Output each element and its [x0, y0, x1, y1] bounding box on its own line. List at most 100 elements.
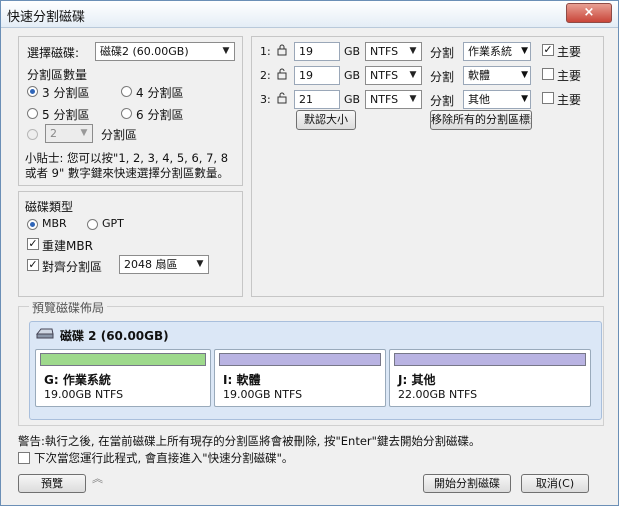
partition-2-primary-checkbox[interactable]: [542, 68, 554, 80]
radio-mbr[interactable]: [27, 219, 38, 230]
partition-3-fs-select[interactable]: NTFS ▼: [365, 90, 422, 109]
partition-1-fs: NTFS: [370, 45, 399, 58]
radio-3-partitions-label: 3 分割區: [42, 86, 90, 100]
chevron-down-icon: ▼: [521, 43, 528, 60]
chevron-down-icon: ▼: [196, 259, 204, 269]
partition-2-fs-select[interactable]: NTFS ▼: [365, 66, 422, 85]
radio-mbr-label: MBR: [42, 217, 67, 230]
partition-j-bar: [394, 353, 586, 366]
partition-g-name: G: 作業系統: [44, 373, 111, 387]
radio-custom-partitions[interactable]: [27, 129, 38, 140]
partition-1-size-input[interactable]: 19: [294, 42, 340, 61]
disk-options-panel: 選擇磁碟: 磁碟2 (60.00GB) ▼ 分割區數量 3 分割區 4 分割區 …: [18, 36, 243, 186]
radio-gpt-label: GPT: [102, 217, 124, 230]
preview-partition-i[interactable]: I: 軟體 19.00GB NTFS: [214, 349, 386, 407]
align-partitions-label: 對齊分割區: [42, 260, 103, 274]
partition-j-name: J: 其他: [398, 373, 436, 387]
chevron-down-icon: ▼: [409, 94, 417, 104]
align-partitions-checkbox[interactable]: ✓: [27, 259, 39, 271]
partition-3-size: 21: [299, 93, 313, 106]
partition-3-label-text: 分割: [430, 94, 455, 108]
partition-3-fs: NTFS: [370, 93, 399, 106]
next-time-checkbox[interactable]: [18, 452, 30, 464]
radio-6-partitions-label: 6 分割區: [136, 108, 184, 122]
partition-1-name-select[interactable]: 作業系統 ▼: [463, 42, 531, 61]
partition-2-label-text: 分割: [430, 70, 455, 84]
chevron-down-icon: ▼: [409, 70, 417, 80]
partition-2-primary-label: 主要: [557, 69, 582, 83]
remove-labels-button[interactable]: 移除所有的分割區標籤: [430, 110, 532, 130]
partition-3-name: 其他: [468, 93, 490, 106]
partition-j-size: 22.00GB NTFS: [398, 388, 478, 401]
chevron-down-icon: ▼: [409, 46, 417, 56]
quick-partition-window: 快速分割磁碟 × 選擇磁碟: 磁碟2 (60.00GB) ▼ 分割區數量 3 分…: [0, 0, 619, 506]
partition-1-primary-checkbox[interactable]: ✓: [542, 44, 554, 56]
partition-2-index: 2:: [260, 69, 271, 82]
preview-partition-j[interactable]: J: 其他 22.00GB NTFS: [389, 349, 591, 407]
rebuild-mbr-checkbox[interactable]: ✓: [27, 238, 39, 250]
chevron-down-icon: ▼: [80, 128, 88, 138]
select-disk-label: 選擇磁碟:: [27, 46, 80, 60]
disk-layout-frame: 磁碟 2 (60.00GB) G: 作業系統 19.00GB NTFS I: 軟…: [29, 321, 602, 420]
preview-button[interactable]: 預覽: [18, 474, 86, 493]
cancel-button[interactable]: 取消(C): [521, 474, 589, 493]
chevron-down-icon: ▼: [521, 94, 528, 104]
preview-partition-g[interactable]: G: 作業系統 19.00GB NTFS: [35, 349, 211, 407]
partition-2-name-select[interactable]: 軟體 ▼: [463, 66, 531, 85]
partition-1-size: 19: [299, 45, 313, 58]
partition-2-name: 軟體: [468, 69, 490, 82]
partition-1-unit: GB: [344, 45, 361, 58]
align-sectors-select[interactable]: 2048 扇區 ▼: [119, 255, 209, 274]
partition-3-unit: GB: [344, 93, 361, 106]
next-time-label: 下次當您運行此程式, 會直接進入"快速分割磁碟"。: [34, 451, 294, 465]
partition-2-size: 19: [299, 69, 313, 82]
chevron-down-icon: ▼: [222, 46, 230, 56]
disk-select[interactable]: 磁碟2 (60.00GB) ▼: [95, 42, 235, 61]
radio-6-partitions[interactable]: [121, 108, 132, 119]
partition-count-label: 分割區數量: [27, 68, 88, 82]
radio-4-partitions[interactable]: [121, 86, 132, 97]
lock-open-icon[interactable]: [277, 68, 287, 80]
disk-type-panel: 磁碟類型 MBR GPT ✓ 重建MBR ✓ 對齊分割區 2048 扇區 ▼: [18, 191, 243, 297]
default-size-button[interactable]: 默認大小: [296, 110, 356, 130]
radio-gpt[interactable]: [87, 219, 98, 230]
warning-text: 警告:執行之後, 在當前磁碟上所有現存的分割區將會被刪除, 按"Enter"鍵去…: [18, 434, 481, 448]
partition-settings-panel: 1: 19 GB NTFS ▼ 分割 作業系統 ▼ ✓ 主要 2: 19 GB …: [251, 36, 604, 297]
align-sectors-value: 2048 扇區: [124, 258, 178, 271]
partition-1-index: 1:: [260, 45, 271, 58]
radio-4-partitions-label: 4 分割區: [136, 86, 184, 100]
disk-drive-icon: [36, 328, 54, 339]
partition-3-size-input[interactable]: 21: [294, 90, 340, 109]
custom-count-label: 分割區: [101, 128, 138, 142]
partition-i-size: 19.00GB NTFS: [223, 388, 303, 401]
custom-count-select[interactable]: 2 ▼: [45, 124, 93, 143]
partition-g-bar: [40, 353, 206, 366]
partition-g-size: 19.00GB NTFS: [44, 388, 124, 401]
partition-1-name: 作業系統: [468, 45, 512, 58]
partition-3-primary-checkbox[interactable]: [542, 92, 554, 104]
partition-2-fs: NTFS: [370, 69, 399, 82]
lock-open-icon[interactable]: [277, 92, 287, 104]
partition-1-label-text: 分割: [430, 46, 455, 60]
rebuild-mbr-label: 重建MBR: [42, 239, 93, 253]
window-title: 快速分割磁碟: [7, 10, 86, 25]
disk-type-label: 磁碟類型: [25, 200, 74, 214]
custom-count-value: 2: [50, 127, 57, 140]
partition-1-fs-select[interactable]: NTFS ▼: [365, 42, 422, 61]
disk-title: 磁碟 2 (60.00GB): [60, 329, 169, 343]
partition-2-unit: GB: [344, 69, 361, 82]
chevron-down-icon: ▼: [521, 70, 528, 80]
start-partition-button[interactable]: 開始分割磁碟: [423, 474, 511, 493]
partition-3-index: 3:: [260, 93, 271, 106]
collapse-chevron-icon[interactable]: ︽: [92, 473, 103, 484]
partition-3-primary-label: 主要: [557, 93, 582, 107]
lock-closed-icon[interactable]: [277, 44, 287, 56]
preview-legend: 預覽磁碟佈局: [29, 299, 108, 316]
close-button[interactable]: ×: [566, 3, 612, 23]
tip-text: 小貼士: 您可以按"1, 2, 3, 4, 5, 6, 7, 8 或者 9" 數…: [25, 151, 229, 180]
disk-select-value: 磁碟2 (60.00GB): [100, 45, 189, 58]
partition-2-size-input[interactable]: 19: [294, 66, 340, 85]
partition-3-name-select[interactable]: 其他 ▼: [463, 90, 531, 109]
radio-3-partitions[interactable]: [27, 86, 38, 97]
radio-5-partitions[interactable]: [27, 108, 38, 119]
